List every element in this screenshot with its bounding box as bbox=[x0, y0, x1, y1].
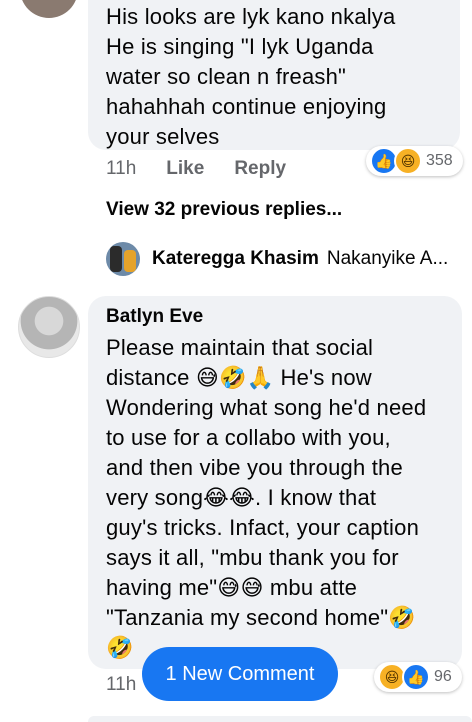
reaction-summary[interactable]: 😆 👍 96 bbox=[374, 662, 462, 692]
new-comment-button[interactable]: 1 New Comment bbox=[142, 647, 338, 701]
haha-icon: 😆 bbox=[394, 147, 422, 175]
reply-preview[interactable]: Kateregga Khasim Nakanyike A... bbox=[106, 242, 448, 276]
comment-time: 11h bbox=[106, 158, 137, 179]
commenter-avatar[interactable] bbox=[20, 0, 78, 18]
reaction-summary[interactable]: 👍 😆 358 bbox=[366, 146, 463, 176]
reply-button[interactable]: Reply bbox=[234, 158, 286, 180]
comment-author[interactable]: Batlyn Eve bbox=[106, 306, 203, 328]
comment-actions: 11h Like Reply bbox=[106, 158, 316, 180]
like-icon: 👍 bbox=[402, 663, 430, 691]
comment-bubble: Batlyn Eve Please maintain that social d… bbox=[88, 296, 462, 669]
reaction-count: 358 bbox=[426, 152, 453, 169]
like-button[interactable]: Like bbox=[166, 158, 204, 180]
commenter-avatar[interactable] bbox=[18, 296, 80, 358]
avatar bbox=[106, 242, 140, 276]
reaction-count: 96 bbox=[434, 668, 452, 685]
comment-text: Please maintain that social distance 😅🤣🙏… bbox=[106, 335, 427, 660]
comment-time: 11h bbox=[106, 674, 137, 695]
reply-snippet: Nakanyike A... bbox=[326, 248, 449, 269]
next-comment-bubble bbox=[88, 716, 472, 722]
reply-author: Kateregga Khasim bbox=[152, 248, 319, 269]
comment-bubble: His looks are lyk kano nkalya He is sing… bbox=[88, 0, 460, 150]
comment-text: His looks are lyk kano nkalya He is sing… bbox=[106, 4, 396, 149]
view-previous-replies-link[interactable]: View 32 previous replies... bbox=[106, 199, 342, 221]
